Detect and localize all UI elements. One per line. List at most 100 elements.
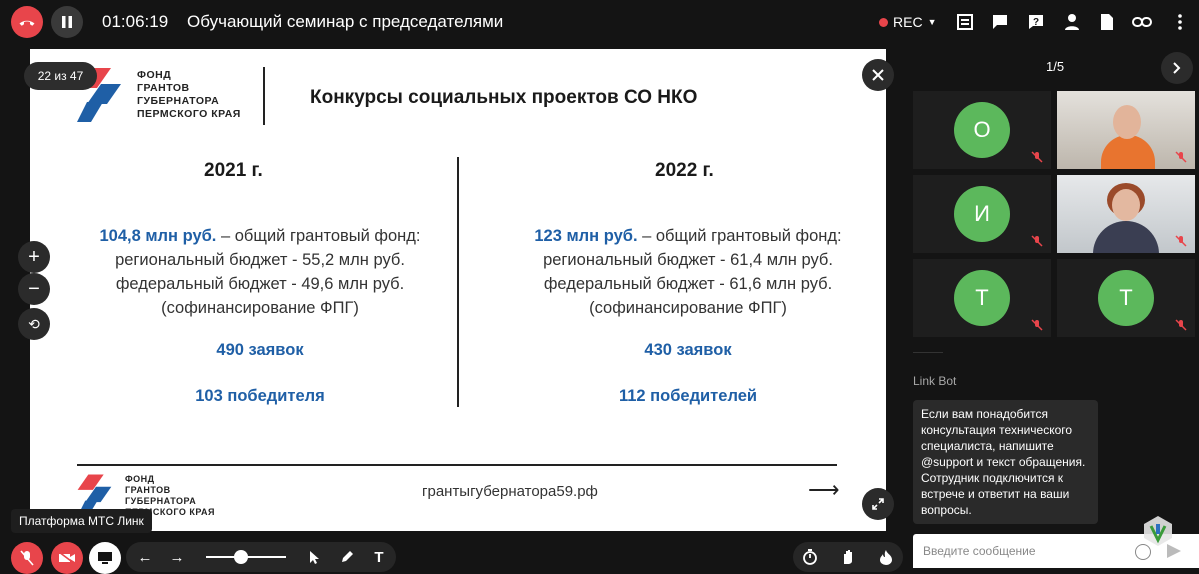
- microphone-toggle-button[interactable]: [11, 542, 43, 574]
- website-link[interactable]: грантыгубернатора59.рф: [422, 483, 598, 500]
- pointer-icon[interactable]: [306, 548, 324, 566]
- fullscreen-button[interactable]: [862, 488, 894, 520]
- pause-button[interactable]: [51, 6, 83, 38]
- cofinancing-right: (софинансирование ФПГ): [589, 299, 787, 317]
- monitor-icon: [98, 552, 112, 564]
- fund-amount-left: 104,8 млн руб.: [99, 227, 217, 245]
- mic-muted-icon: [1175, 151, 1187, 163]
- mic-muted-icon: [1031, 319, 1043, 331]
- fund-description-left: – общий грантовый фонд:: [216, 227, 421, 245]
- arrow-right-tool-icon[interactable]: →: [168, 548, 186, 566]
- chat-message: Если вам понадобится консультация технич…: [913, 400, 1098, 524]
- participant-video-face: [1113, 105, 1141, 139]
- chevron-down-icon: ▼: [927, 17, 937, 27]
- participants-icon[interactable]: [1062, 12, 1082, 32]
- participant-tile[interactable]: Т: [913, 259, 1051, 337]
- timer-icon[interactable]: [801, 548, 819, 566]
- year-left: 2021 г.: [204, 160, 263, 181]
- footer-logo-line-1: ФОНД: [125, 474, 155, 484]
- regional-budget-left: региональный бюджет - 55,2 млн руб.: [115, 251, 405, 269]
- question-icon[interactable]: ?: [1026, 12, 1046, 32]
- platform-tooltip: Платформа МТС Линк: [11, 509, 152, 533]
- applications-right: 430 заявок: [644, 341, 732, 359]
- record-dropdown[interactable]: REC ▼: [879, 14, 936, 30]
- chevron-right-icon: [1173, 62, 1181, 74]
- avatar: Т: [1098, 270, 1154, 326]
- chat-icon[interactable]: [990, 12, 1010, 32]
- phone-hangup-icon: [19, 20, 35, 26]
- mic-muted-icon: [1175, 319, 1187, 331]
- link-icon[interactable]: [1132, 12, 1152, 32]
- logo-line-2: ГРАНТОВ: [137, 82, 190, 94]
- svg-text:?: ?: [1033, 17, 1039, 28]
- logo-line-1: ФОНД: [137, 69, 172, 81]
- applications-left: 490 заявок: [216, 341, 304, 359]
- arrow-left-icon[interactable]: ←: [136, 548, 154, 566]
- text-tool-icon[interactable]: T: [370, 548, 388, 566]
- chat-sender-name: Link Bot: [913, 374, 957, 388]
- meeting-title: Обучающий семинар с председателями: [187, 12, 504, 31]
- more-options-icon[interactable]: [1170, 12, 1190, 32]
- close-presentation-button[interactable]: [862, 59, 894, 91]
- footer-logo-line-3: ГУБЕРНАТОРА: [125, 496, 197, 506]
- panel-divider: [913, 352, 943, 353]
- zoom-out-button[interactable]: −: [18, 273, 50, 305]
- participant-tile[interactable]: Т: [1057, 259, 1195, 337]
- arrow-right-icon: ⟶: [808, 477, 840, 502]
- participant-tile[interactable]: О: [913, 91, 1051, 169]
- expand-icon: [872, 498, 884, 510]
- presentation-slide: ФОНД ГРАНТОВ ГУБЕРНАТОРА ПЕРМСКОГО КРАЯ …: [30, 49, 886, 531]
- footer-logo-line-2: ГРАНТОВ: [125, 485, 171, 495]
- winners-left: 103 победителя: [195, 387, 325, 405]
- participant-video-tile[interactable]: [1057, 175, 1195, 253]
- session-timer: 01:06:19: [102, 12, 169, 31]
- slide-page-indicator: 22 из 47: [24, 62, 97, 90]
- mic-muted-icon: [1031, 151, 1043, 163]
- footer-divider: [77, 464, 837, 466]
- camera-off-icon: [58, 551, 76, 565]
- avatar: И: [954, 186, 1010, 242]
- close-icon: [872, 69, 884, 81]
- zoom-in-button[interactable]: +: [18, 241, 50, 273]
- fund-amount-right: 123 млн руб.: [534, 227, 638, 245]
- end-call-button[interactable]: [11, 6, 43, 38]
- federal-budget-left: федеральный бюджет - 49,6 млн руб.: [115, 275, 405, 293]
- right-column: 123 млн руб. – общий грантовый фонд: рег…: [478, 224, 886, 320]
- camera-toggle-button[interactable]: [51, 542, 83, 574]
- avatar: О: [954, 102, 1010, 158]
- participants-pager: 1/5: [1046, 59, 1065, 74]
- participant-video-face: [1112, 189, 1140, 221]
- watermark-logo-icon: [1144, 516, 1172, 546]
- record-dot-icon: [879, 17, 888, 27]
- record-label: REC: [893, 14, 923, 30]
- document-icon[interactable]: [1097, 12, 1117, 32]
- mic-muted-icon: [1031, 235, 1043, 247]
- slide-title: Конкурсы социальных проектов СО НКО: [310, 87, 698, 108]
- winners-right: 112 победителей: [618, 387, 758, 405]
- next-page-button[interactable]: [1161, 52, 1193, 84]
- fire-icon[interactable]: [877, 548, 895, 566]
- bottom-toolbar: ← → T: [0, 540, 905, 574]
- logo-divider: [263, 67, 265, 125]
- logo-line-3: ГУБЕРНАТОРА: [137, 95, 220, 107]
- avatar: Т: [954, 270, 1010, 326]
- mic-muted-icon: [1175, 235, 1187, 247]
- left-column: 104,8 млн руб. – общий грантовый фонд: р…: [50, 224, 470, 320]
- agenda-icon[interactable]: [955, 12, 975, 32]
- reset-zoom-button[interactable]: ⟲: [18, 308, 50, 340]
- mic-off-icon: [20, 550, 34, 566]
- regional-budget-right: региональный бюджет - 61,4 млн руб.: [543, 251, 833, 269]
- slider-knob[interactable]: [234, 550, 248, 564]
- logo-line-4: ПЕРМСКОГО КРАЯ: [137, 108, 241, 120]
- cofinancing-left: (софинансирование ФПГ): [161, 299, 359, 317]
- participant-video-tile[interactable]: [1057, 91, 1195, 169]
- screen-share-button[interactable]: [89, 542, 121, 574]
- participants-panel: 1/5 О И Т Т Link Bot Если вам понадобитс…: [905, 44, 1199, 568]
- raise-hand-icon[interactable]: [839, 548, 857, 566]
- top-bar: 01:06:19 Обучающий семинар с председател…: [0, 0, 1199, 44]
- fund-description-right: – общий грантовый фонд:: [637, 227, 842, 245]
- federal-budget-right: федеральный бюджет - 61,6 млн руб.: [543, 275, 833, 293]
- pencil-icon[interactable]: [338, 548, 356, 566]
- year-right: 2022 г.: [655, 160, 714, 181]
- participant-tile[interactable]: И: [913, 175, 1051, 253]
